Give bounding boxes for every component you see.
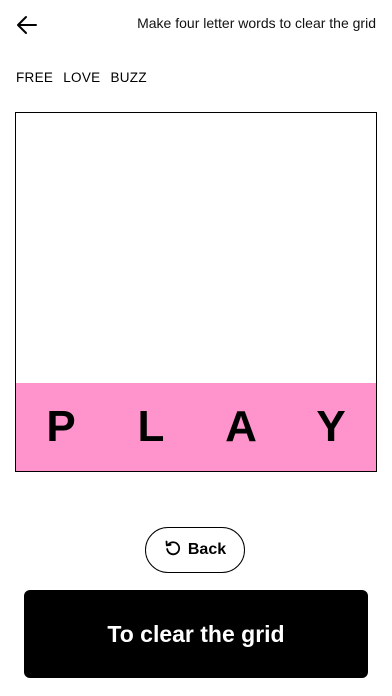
letter-tile-row: P L A Y (16, 383, 376, 471)
clear-grid-button[interactable]: To clear the grid (24, 590, 368, 678)
clear-grid-label: To clear the grid (107, 620, 285, 647)
found-word: FREE (16, 70, 54, 85)
letter-tile[interactable]: A (196, 383, 286, 471)
found-word: LOVE (63, 70, 101, 85)
letter-tile[interactable]: L (106, 383, 196, 471)
letter-tile[interactable]: Y (286, 383, 376, 471)
found-words-list: FREE LOVE BUZZ (16, 70, 147, 85)
game-board: P L A Y (15, 112, 377, 472)
letter-tile[interactable]: P (16, 383, 106, 471)
instruction-text: Make four letter words to clear the grid (137, 15, 376, 31)
back-button-label: Back (187, 541, 227, 558)
back-button[interactable]: Back (145, 527, 245, 573)
undo-icon (164, 539, 182, 562)
found-word: BUZZ (110, 70, 147, 85)
arrow-left-icon[interactable] (14, 12, 40, 38)
